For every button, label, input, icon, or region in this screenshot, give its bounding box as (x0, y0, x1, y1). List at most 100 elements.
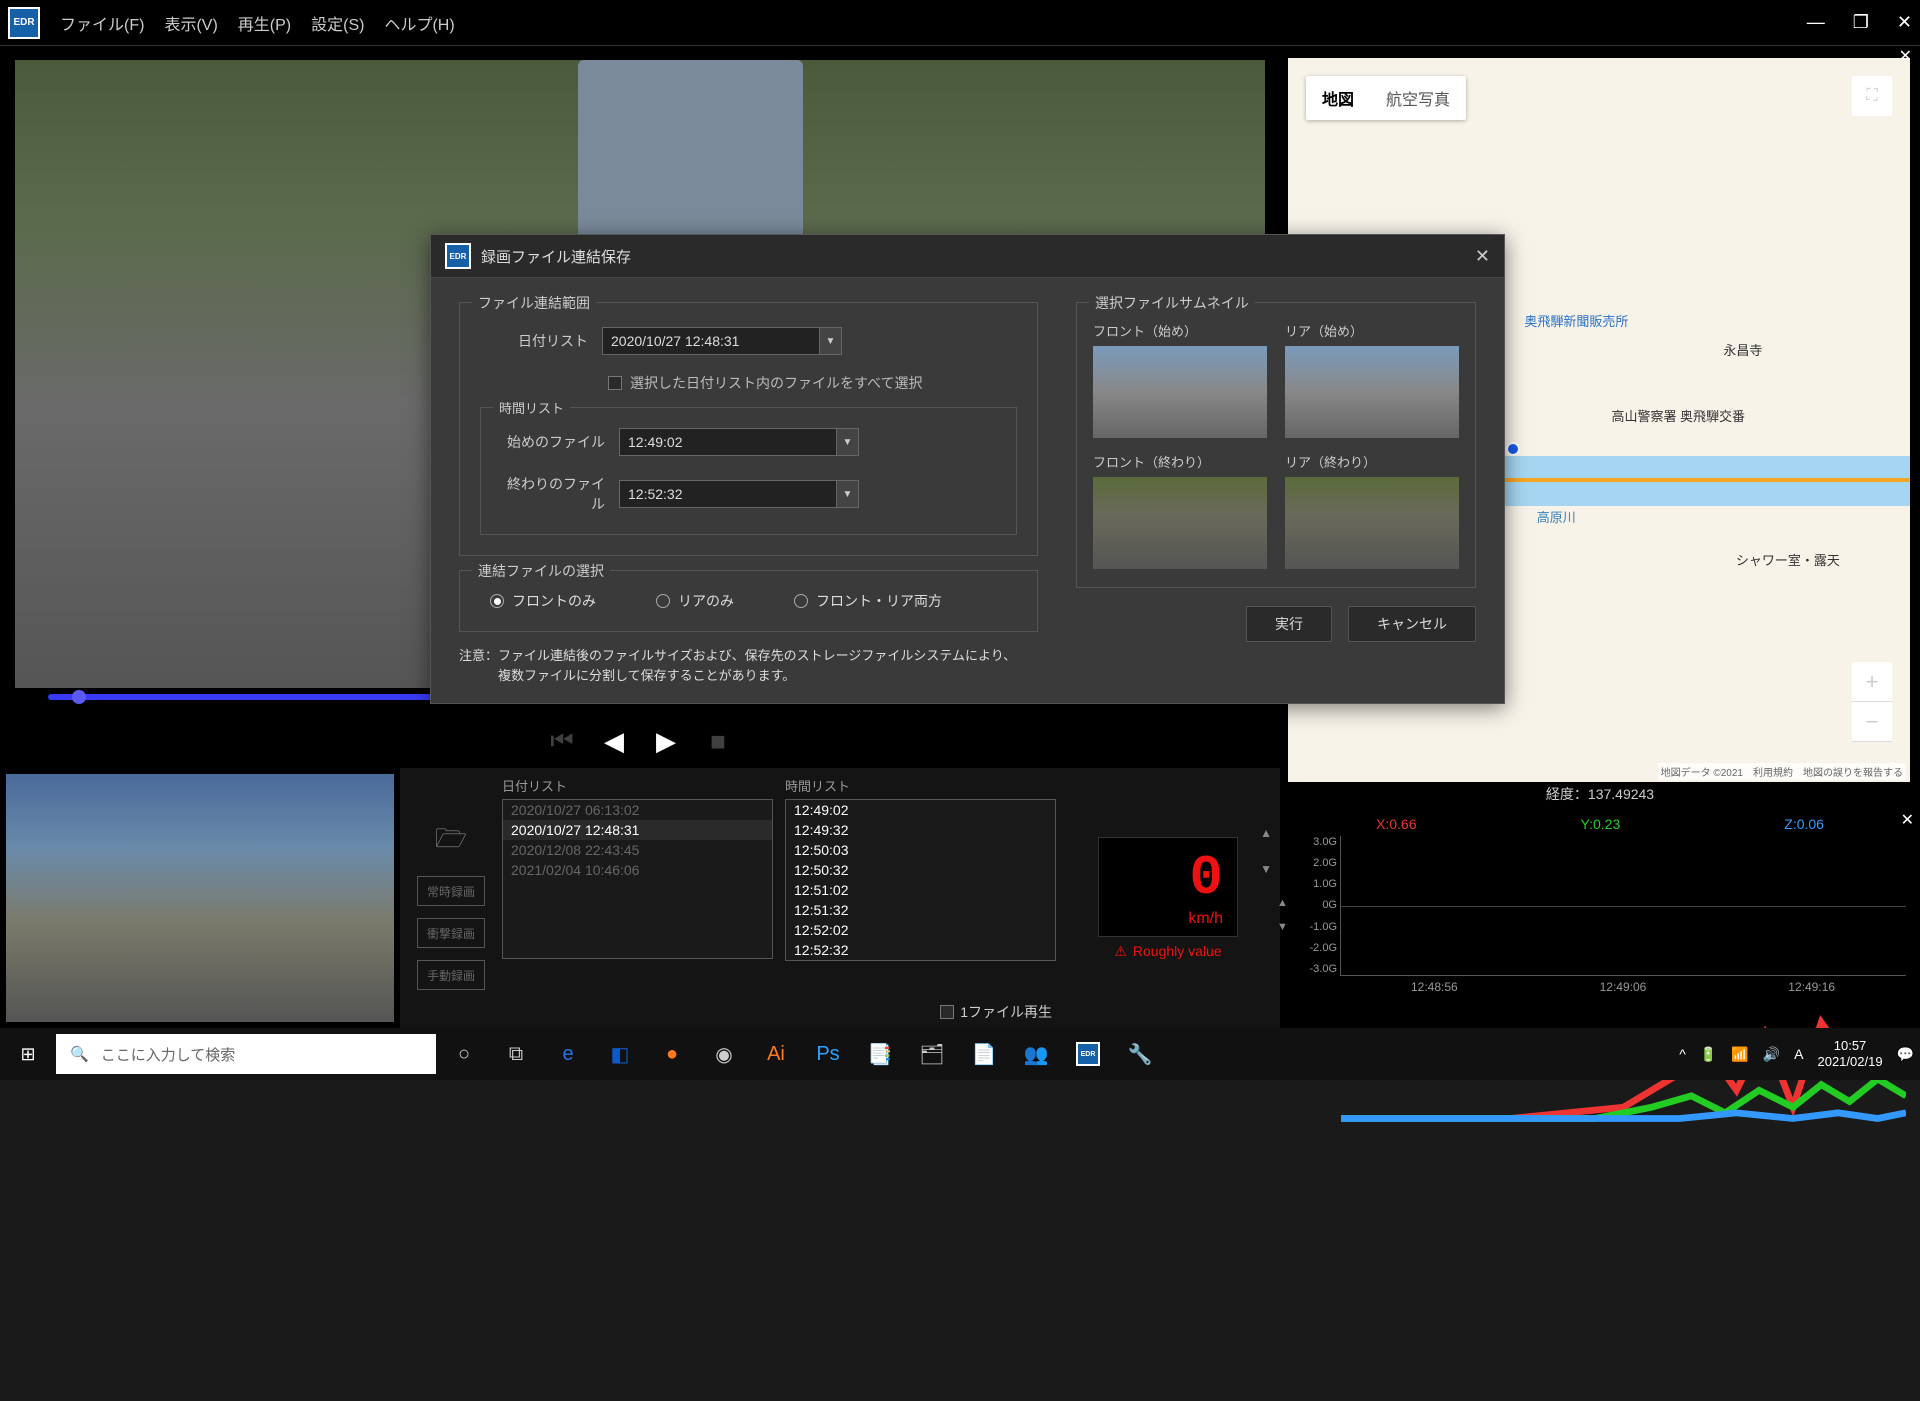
end-combo-input[interactable] (619, 480, 837, 508)
filter-normal-button[interactable]: 常時録画 (417, 876, 485, 906)
radio-rear-only[interactable] (656, 594, 670, 608)
stop-button[interactable]: ■ (701, 724, 735, 758)
notepad-icon[interactable]: 📄 (962, 1034, 1006, 1074)
chart-down-icon[interactable]: ▼ (1277, 921, 1288, 933)
chevron-down-icon[interactable]: ▼ (820, 327, 842, 355)
date-combo[interactable]: ▼ (602, 327, 842, 355)
end-combo[interactable]: ▼ (619, 480, 859, 508)
list-item[interactable]: 12:50:32 (786, 860, 1055, 880)
select-all-label: 選択した日付リスト内のファイルをすべて選択 (630, 373, 922, 393)
map-type-satellite[interactable]: 航空写真 (1370, 76, 1466, 120)
speed-up-icon[interactable]: ▲ (1260, 826, 1272, 840)
list-item[interactable]: 2021/02/04 10:46:06 (503, 860, 772, 880)
map-river-label: 高原川 (1537, 507, 1576, 526)
firefox-icon[interactable]: ● (650, 1034, 694, 1074)
time-list[interactable]: 12:49:02 12:49:32 12:50:03 12:50:32 12:5… (785, 799, 1056, 961)
close-icon[interactable]: ✕ (1901, 810, 1914, 830)
ie-icon[interactable]: e (546, 1034, 590, 1074)
tray-chevron-icon[interactable]: ^ (1679, 1046, 1686, 1062)
chevron-down-icon[interactable]: ▼ (837, 428, 859, 456)
thumb-front-end (1093, 477, 1267, 569)
chevron-down-icon[interactable]: ▼ (837, 480, 859, 508)
map-type-map[interactable]: 地図 (1306, 76, 1370, 120)
list-item[interactable]: 12:50:03 (786, 840, 1055, 860)
teams-icon[interactable]: 👥 (1014, 1034, 1058, 1074)
minimize-icon[interactable]: ― (1807, 12, 1825, 33)
notifications-icon[interactable]: 💬 (1897, 1046, 1914, 1063)
taskbar-clock[interactable]: 10:57 2021/02/19 (1817, 1038, 1882, 1069)
photoshop-icon[interactable]: Ps (806, 1034, 850, 1074)
select-all-checkbox[interactable] (608, 376, 622, 390)
chrome-icon[interactable]: ◉ (702, 1034, 746, 1074)
start-combo-input[interactable] (619, 428, 837, 456)
map-position-marker (1506, 442, 1520, 456)
explorer-icon[interactable]: 🗂 (910, 1034, 954, 1074)
speed-down-icon[interactable]: ▼ (1260, 862, 1272, 876)
start-combo[interactable]: ▼ (619, 428, 859, 456)
ime-icon[interactable]: A (1794, 1046, 1803, 1062)
rewind-button[interactable]: ⏮ (545, 724, 579, 758)
map-poi[interactable]: シャワー室・露天 (1736, 550, 1840, 569)
thumb-front-start-label: フロント（始め） (1093, 321, 1267, 340)
start-button[interactable]: ⊞ (6, 1032, 50, 1076)
illustrator-icon[interactable]: Ai (754, 1034, 798, 1074)
gsensor-x-value: X:0.66 (1376, 816, 1416, 832)
list-item[interactable]: 12:51:02 (786, 880, 1055, 900)
app-icon[interactable]: 📑 (858, 1034, 902, 1074)
menu-help[interactable]: ヘルプ(H) (384, 11, 454, 35)
map-zoom-controls: + − (1852, 662, 1892, 742)
search-placeholder: ここに入力して検索 (101, 1044, 236, 1065)
battery-icon[interactable]: 🔋 (1700, 1046, 1717, 1063)
close-icon[interactable]: ✕ (1899, 46, 1912, 66)
close-icon[interactable]: ✕ (1475, 246, 1490, 267)
list-item[interactable]: 12:51:32 (786, 900, 1055, 920)
menu-file[interactable]: ファイル(F) (60, 11, 144, 35)
zoom-out-button[interactable]: − (1852, 702, 1892, 742)
close-icon[interactable]: ✕ (1897, 12, 1912, 33)
map-poi[interactable]: 永昌寺 (1723, 340, 1762, 359)
map-poi[interactable]: 高山警察署 奥飛騨交番 (1611, 406, 1745, 425)
list-item[interactable]: 2020/12/08 22:43:45 (503, 840, 772, 860)
maximize-icon[interactable]: ❐ (1853, 12, 1869, 33)
outlook-icon[interactable]: ◧ (598, 1034, 642, 1074)
time-legend: 時間リスト (493, 398, 570, 417)
single-file-checkbox[interactable] (940, 1005, 954, 1019)
radio-both[interactable] (794, 594, 808, 608)
execute-button[interactable]: 実行 (1246, 606, 1332, 642)
menu-play[interactable]: 再生(P) (238, 11, 291, 35)
wifi-icon[interactable]: 📶 (1731, 1046, 1748, 1063)
filter-manual-button[interactable]: 手動録画 (417, 960, 485, 990)
step-back-button[interactable]: ◀ (597, 724, 631, 758)
zoom-in-button[interactable]: + (1852, 662, 1892, 702)
radio-front-only[interactable] (490, 594, 504, 608)
cortana-icon[interactable]: ○ (442, 1034, 486, 1074)
list-item[interactable]: 12:49:32 (786, 820, 1055, 840)
chart-up-icon[interactable]: ▲ (1277, 897, 1288, 909)
list-item[interactable]: 2020/10/27 12:48:31 (503, 820, 772, 840)
play-button[interactable]: ▶ (649, 724, 683, 758)
taskbar-search[interactable]: 🔍 ここに入力して検索 (56, 1034, 436, 1074)
date-combo-input[interactable] (602, 327, 820, 355)
list-item[interactable]: 2020/10/27 06:13:02 (503, 800, 772, 820)
list-item[interactable]: 12:52:32 (786, 940, 1055, 960)
thumb-rear-end (1285, 477, 1459, 569)
task-view-icon[interactable]: ⧉ (494, 1034, 538, 1074)
app-icon[interactable]: 🔧 (1118, 1034, 1162, 1074)
map-attribution[interactable]: 地図データ ©2021 利用規約 地図の誤りを報告する (1658, 763, 1906, 780)
list-item[interactable]: 12:49:02 (786, 800, 1055, 820)
speed-display: 0 km/h (1098, 837, 1238, 937)
filter-impact-button[interactable]: 衝撃録画 (417, 918, 485, 948)
menu-settings[interactable]: 設定(S) (311, 11, 364, 35)
fullscreen-icon[interactable]: ⛶ (1852, 76, 1892, 116)
date-list[interactable]: 2020/10/27 06:13:02 2020/10/27 12:48:31 … (502, 799, 773, 959)
menu-view[interactable]: 表示(V) (164, 11, 217, 35)
list-item[interactable]: 12:52:02 (786, 920, 1055, 940)
map-poi[interactable]: 奥飛騨新聞販売所 (1524, 311, 1628, 330)
folder-icon[interactable]: 🗁 (435, 820, 467, 864)
cancel-button[interactable]: キャンセル (1348, 606, 1476, 642)
dialog-title: 録画ファイル連結保存 (481, 246, 631, 267)
edr-app-icon[interactable]: EDR (1066, 1034, 1110, 1074)
volume-icon[interactable]: 🔊 (1763, 1046, 1780, 1063)
map-type-switch[interactable]: 地図 航空写真 (1306, 76, 1466, 120)
gsensor-panel: ✕ X:0.66 Y:0.23 Z:0.06 3.0G2.0G1.0G 0G-1… (1280, 808, 1920, 1028)
